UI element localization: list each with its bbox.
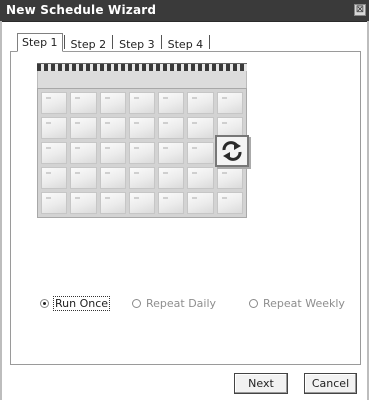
close-button[interactable]: ⊠ — [354, 4, 366, 16]
calendar-day — [158, 167, 185, 189]
tab-step-4[interactable]: Step 4 — [162, 35, 209, 51]
calendar-binding — [37, 63, 247, 71]
repeat-weekly-option[interactable]: Repeat Weekly — [249, 297, 345, 310]
calendar-day — [216, 92, 243, 114]
calendar-day — [187, 192, 214, 214]
calendar-day — [128, 192, 156, 214]
calendar-day — [99, 192, 126, 214]
run-once-label: Run Once — [52, 296, 111, 311]
refresh-arrows-icon — [222, 141, 242, 161]
title-bar: New Schedule Wizard ⊠ — [0, 0, 369, 22]
calendar-day — [41, 92, 68, 114]
calendar-day — [70, 192, 97, 214]
repeat-daily-option[interactable]: Repeat Daily — [132, 297, 216, 310]
tab-step-1[interactable]: Step 1 — [17, 33, 63, 52]
run-once-radio[interactable] — [40, 299, 49, 308]
window-title: New Schedule Wizard — [6, 3, 157, 17]
calendar-day — [99, 167, 126, 189]
calendar-header — [37, 71, 247, 88]
calendar-day — [70, 92, 97, 114]
tab-separator — [63, 35, 65, 49]
calendar-day — [158, 92, 185, 114]
calendar-day — [41, 167, 68, 189]
repeat-daily-label: Repeat Daily — [146, 297, 217, 310]
next-button[interactable]: Next — [234, 373, 288, 394]
calendar-day — [99, 117, 126, 139]
tab-step-3[interactable]: Step 3 — [114, 35, 160, 51]
tab-separator — [112, 35, 114, 49]
calendar-day — [99, 92, 126, 114]
calendar-day — [99, 142, 126, 164]
calendar-day — [70, 142, 97, 164]
tab-separator — [160, 35, 162, 49]
calendar-day — [158, 142, 185, 164]
calendar-day — [158, 192, 185, 214]
calendar-day — [187, 167, 214, 189]
repeat-daily-radio[interactable] — [132, 299, 141, 308]
calendar-day — [70, 167, 97, 189]
calendar-day — [187, 117, 214, 139]
close-icon: ⊠ — [355, 4, 365, 15]
calendar-day — [187, 142, 214, 164]
calendar-day — [41, 192, 68, 214]
tab-separator — [209, 35, 211, 49]
calendar-day — [158, 117, 185, 139]
calendar-day — [128, 142, 156, 164]
repeat-weekly-radio[interactable] — [249, 299, 258, 308]
calendar-day — [187, 92, 214, 114]
window-border-left — [0, 21, 2, 400]
refresh-icon — [215, 135, 249, 167]
tab-step-2[interactable]: Step 2 — [65, 35, 112, 51]
calendar-day — [70, 117, 97, 139]
calendar-day — [41, 117, 68, 139]
calendar-day — [128, 117, 156, 139]
calendar-day — [216, 192, 243, 214]
calendar-day — [128, 167, 156, 189]
tab-strip: Step 1 Step 2 Step 3 Step 4 — [17, 33, 211, 52]
calendar-day — [41, 142, 68, 164]
cancel-button[interactable]: Cancel — [304, 373, 357, 394]
repeat-weekly-label: Repeat Weekly — [263, 297, 345, 310]
calendar-icon — [37, 63, 250, 218]
calendar-day — [216, 167, 243, 189]
schedule-options: Run Once Repeat Daily Repeat Weekly — [40, 296, 360, 313]
run-once-option[interactable]: Run Once — [40, 296, 111, 311]
calendar-day — [128, 92, 156, 114]
